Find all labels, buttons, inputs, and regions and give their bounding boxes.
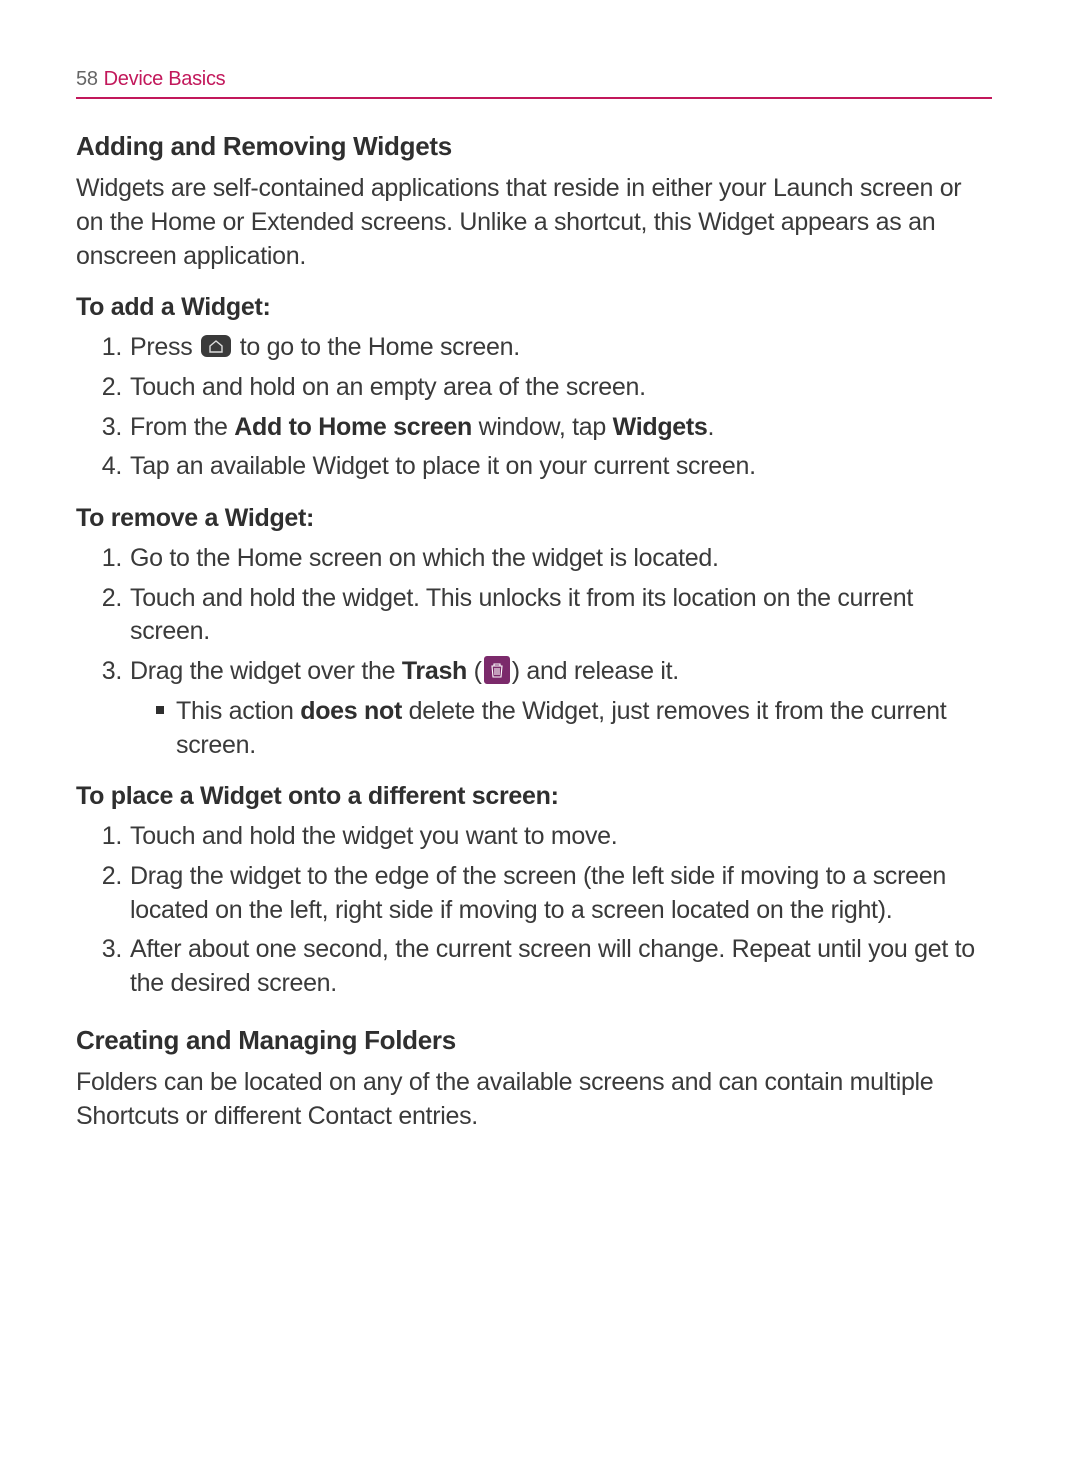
bold-text: Add to Home screen [234, 413, 472, 441]
list-item: 3. Drag the widget over the Trash ( ) and… [100, 655, 992, 689]
heading-widgets: Adding and Removing Widgets [76, 129, 992, 164]
text: ) and release it. [512, 657, 679, 685]
home-icon [201, 335, 231, 357]
list-item: 1. Go to the Home screen on which the wi… [100, 542, 992, 576]
step-number: 1. [100, 542, 122, 576]
step-text: Go to the Home screen on which the widge… [130, 542, 992, 576]
step-text: Touch and hold the widget. This unlocks … [130, 582, 992, 650]
bullet-text: This action does not delete the Widget, … [176, 695, 992, 763]
text: This action [176, 697, 300, 725]
bold-text: does not [300, 697, 402, 725]
heading-place-widget: To place a Widget onto a different scree… [76, 780, 992, 814]
step-number: 3. [100, 411, 122, 445]
step-number: 4. [100, 450, 122, 484]
text: . [708, 413, 715, 441]
step-number: 2. [100, 582, 122, 650]
list-item: 2. Drag the widget to the edge of the sc… [100, 860, 992, 928]
list-item: 1. Touch and hold the widget you want to… [100, 820, 992, 854]
step-text: Touch and hold the widget you want to mo… [130, 820, 992, 854]
list-item: 2. Touch and hold on an empty area of th… [100, 371, 992, 405]
header-rule [76, 97, 992, 99]
step-text: Touch and hold on an empty area of the s… [130, 371, 992, 405]
list-item: 1. Press to go to the Home screen. [100, 331, 992, 365]
sub-bullet: This action does not delete the Widget, … [100, 695, 992, 763]
step-text: Tap an available Widget to place it on y… [130, 450, 992, 484]
list-item: 2. Touch and hold the widget. This unloc… [100, 582, 992, 650]
section-title: Device Basics [104, 66, 226, 93]
step-text: After about one second, the current scre… [130, 933, 992, 1001]
page-number: 58 [76, 66, 98, 93]
text: Drag the widget over the [130, 657, 402, 685]
text: window, tap [472, 413, 613, 441]
heading-folders: Creating and Managing Folders [76, 1023, 992, 1058]
step-text: Drag the widget over the Trash ( ) and re… [130, 655, 992, 689]
list-item: 3. After about one second, the current s… [100, 933, 992, 1001]
step-text: From the Add to Home screen window, tap … [130, 411, 992, 445]
bold-text: Widgets [613, 413, 708, 441]
folders-paragraph: Folders can be located on any of the ava… [76, 1066, 992, 1134]
intro-paragraph: Widgets are self-contained applications … [76, 172, 992, 273]
step-number: 3. [100, 933, 122, 1001]
text: ( [467, 657, 482, 685]
step-number: 2. [100, 371, 122, 405]
text: to go to the Home screen. [233, 333, 520, 361]
step-number: 2. [100, 860, 122, 928]
step-number: 1. [100, 820, 122, 854]
bullet-icon [156, 706, 164, 714]
list-item: 4. Tap an available Widget to place it o… [100, 450, 992, 484]
step-text: Drag the widget to the edge of the scree… [130, 860, 992, 928]
step-number: 3. [100, 655, 122, 689]
text: From the [130, 413, 234, 441]
trash-icon [484, 656, 510, 684]
step-text: Press to go to the Home screen. [130, 331, 992, 365]
place-widget-steps: 1. Touch and hold the widget you want to… [76, 820, 992, 1001]
remove-widget-steps: 1. Go to the Home screen on which the wi… [76, 542, 992, 763]
step-number: 1. [100, 331, 122, 365]
add-widget-steps: 1. Press to go to the Home screen. 2. To… [76, 331, 992, 484]
page-header: 58 Device Basics [76, 66, 992, 93]
heading-remove-widget: To remove a Widget: [76, 502, 992, 536]
text: Press [130, 333, 199, 361]
heading-add-widget: To add a Widget: [76, 291, 992, 325]
bold-text: Trash [402, 657, 467, 685]
list-item: 3. From the Add to Home screen window, t… [100, 411, 992, 445]
